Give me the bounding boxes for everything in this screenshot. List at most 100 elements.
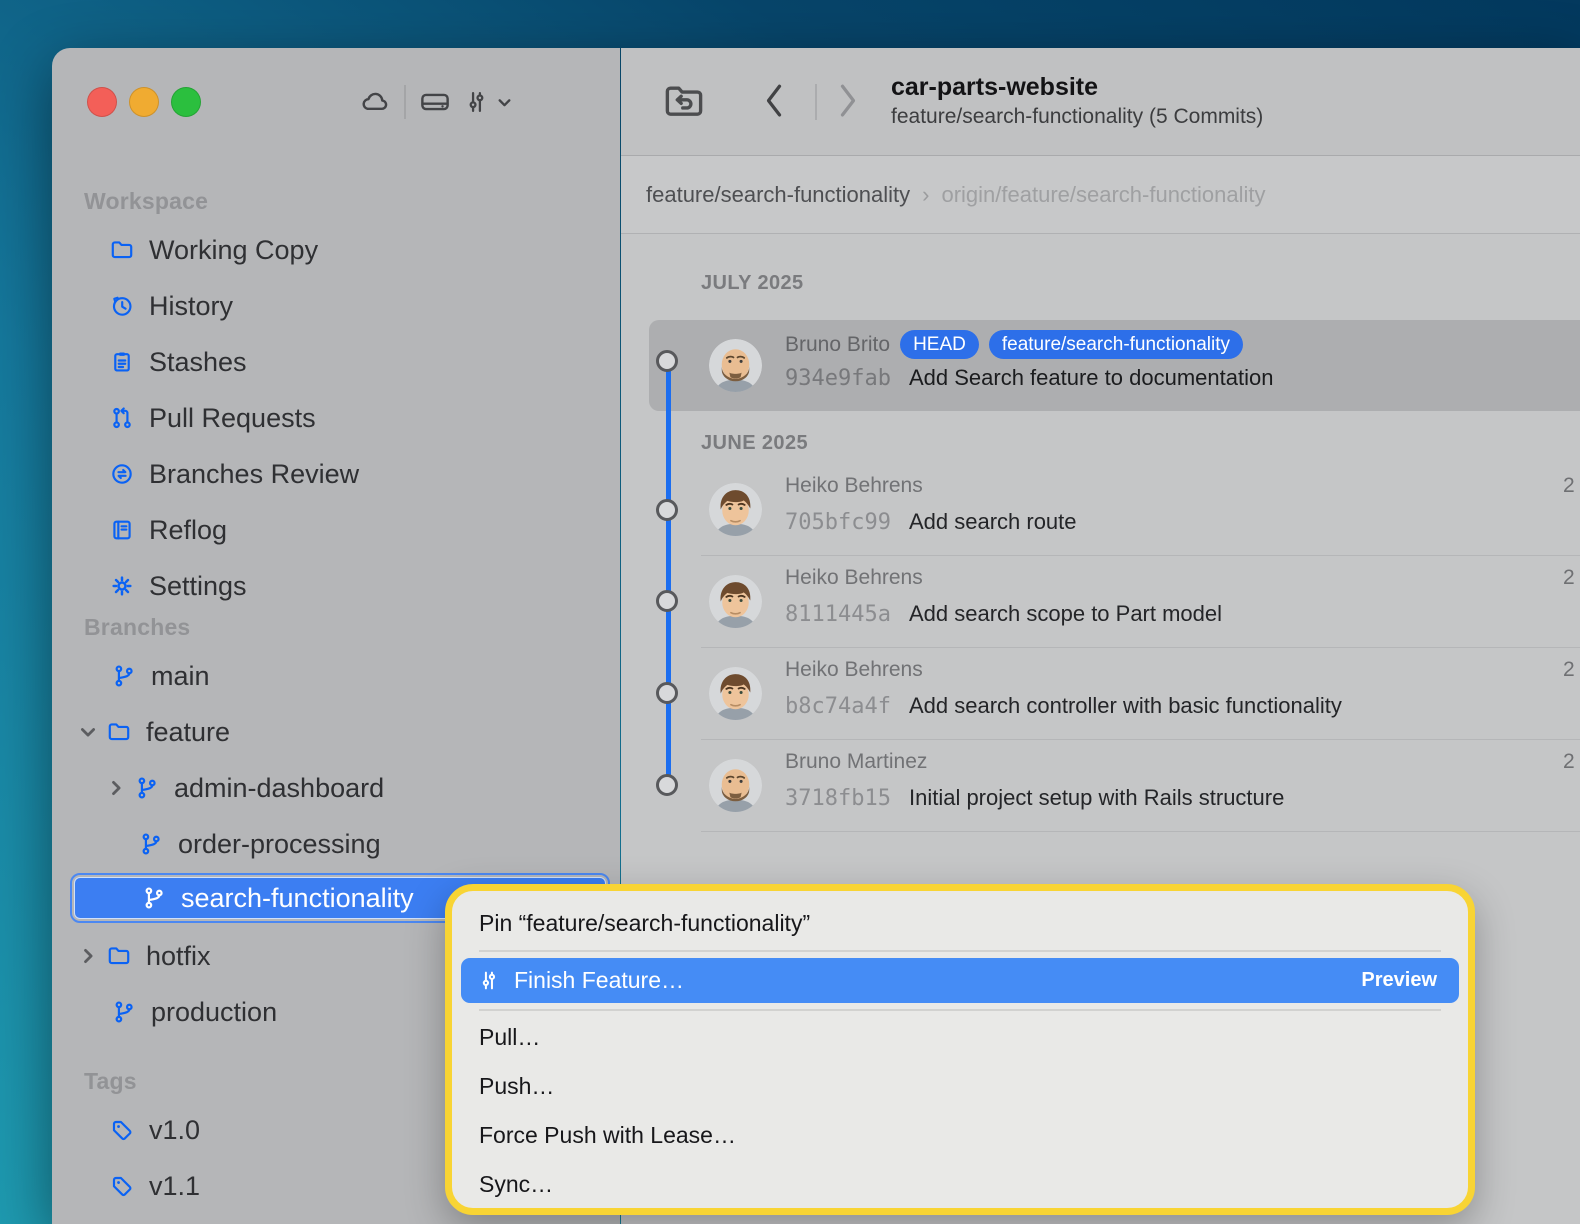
heiko-avatar <box>709 575 762 628</box>
commit-message: Initial project setup with Rails structu… <box>909 785 1284 811</box>
sidebar-item-label: production <box>151 997 277 1028</box>
sidebar-item-pull-requests[interactable]: Pull Requests <box>52 390 620 446</box>
menu-divider <box>479 1009 1441 1011</box>
folder-icon <box>106 719 132 745</box>
head-badge: HEAD <box>900 330 979 359</box>
sidebar-item-stashes[interactable]: Stashes <box>52 334 620 390</box>
sidebar-item-reflog[interactable]: Reflog <box>52 502 620 558</box>
sidebar-branch-main[interactable]: main <box>52 648 620 704</box>
breadcrumb-separator: › <box>910 182 941 208</box>
commit-date-fragment: 2 <box>1563 750 1575 774</box>
commit-row[interactable]: Bruno Martinez 3718fb15 Initial project … <box>621 740 1580 831</box>
sidebar-item-branches-review[interactable]: Branches Review <box>52 446 620 502</box>
nav-divider <box>815 84 817 120</box>
pull-request-icon <box>109 405 135 431</box>
chevron-right-icon[interactable] <box>106 778 126 798</box>
cloud-button[interactable] <box>352 82 398 122</box>
sidebar-item-label: Pull Requests <box>149 403 316 434</box>
menu-item-pin[interactable]: Pin “feature/search-functionality” <box>452 899 1468 948</box>
branch-badge: feature/search-functionality <box>989 330 1243 359</box>
commit-date-fragment: 2 <box>1563 658 1575 682</box>
git-branch-icon <box>134 775 160 801</box>
sidebar-item-label: order-processing <box>178 829 381 860</box>
commit-message: Add search scope to Part model <box>909 601 1222 627</box>
commit-row[interactable]: Heiko Behrens 705bfc99 Add search route … <box>621 464 1580 555</box>
sidebar-item-history[interactable]: History <box>52 278 620 334</box>
chevron-down-icon[interactable] <box>78 722 98 742</box>
commit-hash: 705bfc99 <box>785 510 891 535</box>
git-branch-icon <box>138 831 164 857</box>
menu-divider <box>479 950 1441 952</box>
commit-message: Add search controller with basic functio… <box>909 693 1342 719</box>
branches-review-icon <box>109 461 135 487</box>
sidebar-item-label: admin-dashboard <box>174 773 384 804</box>
repo-return-icon[interactable] <box>661 80 707 122</box>
git-branch-icon <box>111 999 137 1025</box>
zoom-button[interactable] <box>171 87 201 117</box>
folder-icon <box>106 943 132 969</box>
commit-author: Bruno Martinez <box>785 750 927 774</box>
heiko-avatar <box>709 483 762 536</box>
sidebar-item-label: Reflog <box>149 515 227 546</box>
sidebar-branch-group-feature[interactable]: feature <box>52 704 620 760</box>
menu-item-sync[interactable]: Sync… <box>452 1160 1468 1209</box>
journal-icon <box>109 517 135 543</box>
sliders-icon <box>477 969 500 992</box>
breadcrumb: feature/search-functionality › origin/fe… <box>621 156 1580 234</box>
commit-hash: b8c74a4f <box>785 694 891 719</box>
commit-hash: 3718fb15 <box>785 786 891 811</box>
chevron-right-icon[interactable] <box>78 946 98 966</box>
sidebar-item-label: Working Copy <box>149 235 318 266</box>
sidebar-branch-order-processing[interactable]: order-processing <box>52 816 620 872</box>
minimize-button[interactable] <box>129 87 159 117</box>
commit-date-fragment: 2 <box>1563 474 1575 498</box>
tag-icon <box>109 1117 135 1143</box>
bruno-avatar <box>709 759 762 812</box>
sidebar-toolbar <box>352 82 518 122</box>
sidebar-item-working-copy[interactable]: Working Copy <box>52 222 620 278</box>
git-flow-button[interactable] <box>458 82 518 122</box>
page-title: car-parts-website <box>891 72 1263 102</box>
sidebar-item-label: hotfix <box>146 941 211 972</box>
commit-message: Add search route <box>909 509 1077 535</box>
sidebar-item-label: feature <box>146 717 230 748</box>
breadcrumb-local-branch[interactable]: feature/search-functionality <box>646 182 910 208</box>
local-repos-button[interactable] <box>412 82 458 122</box>
sidebar-item-label: Branches Review <box>149 459 359 490</box>
menu-item-label: Finish Feature… <box>514 967 684 994</box>
preview-badge: Preview <box>1361 969 1437 992</box>
row-divider <box>701 831 1580 832</box>
tag-icon <box>109 1173 135 1199</box>
branches-label: Branches <box>52 606 620 648</box>
sidebar-branch-admin-dashboard[interactable]: admin-dashboard <box>52 760 620 816</box>
commit-author: Heiko Behrens <box>785 566 923 590</box>
commit-row[interactable]: Bruno Brito HEAD feature/search-function… <box>621 320 1580 411</box>
workspace-label: Workspace <box>52 180 620 222</box>
menu-item-force-push-with-lease[interactable]: Force Push with Lease… <box>452 1111 1468 1160</box>
back-chevron-icon[interactable] <box>763 83 785 119</box>
breadcrumb-remote-branch[interactable]: origin/feature/search-functionality <box>941 182 1265 208</box>
sidebar-item-label: Settings <box>149 571 247 602</box>
month-header: JULY 2025 <box>701 272 804 295</box>
heiko-avatar <box>709 667 762 720</box>
folder-icon <box>109 237 135 263</box>
clipboard-icon <box>109 349 135 375</box>
close-button[interactable] <box>87 87 117 117</box>
menu-item-finish-feature[interactable]: Finish Feature… Preview <box>461 958 1459 1003</box>
commit-row[interactable]: Heiko Behrens b8c74a4f Add search contro… <box>621 648 1580 739</box>
commit-hash: 934e9fab <box>785 366 891 391</box>
sidebar-item-label: History <box>149 291 233 322</box>
menu-item-pull[interactable]: Pull… <box>452 1013 1468 1062</box>
commit-date-fragment: 2 <box>1563 566 1575 590</box>
bruno-avatar <box>709 339 762 392</box>
forward-chevron-icon[interactable] <box>837 83 859 119</box>
commit-author: Heiko Behrens <box>785 658 923 682</box>
main-header: car-parts-website feature/search-functio… <box>621 48 1580 156</box>
chevron-down-icon <box>496 94 513 111</box>
month-header: JUNE 2025 <box>701 432 808 455</box>
commit-author: Heiko Behrens <box>785 474 923 498</box>
commit-row[interactable]: Heiko Behrens 8111445a Add search scope … <box>621 556 1580 647</box>
sidebar-item-label: Stashes <box>149 347 247 378</box>
sidebar-item-label: search-functionality <box>181 883 414 914</box>
menu-item-push[interactable]: Push… <box>452 1062 1468 1111</box>
